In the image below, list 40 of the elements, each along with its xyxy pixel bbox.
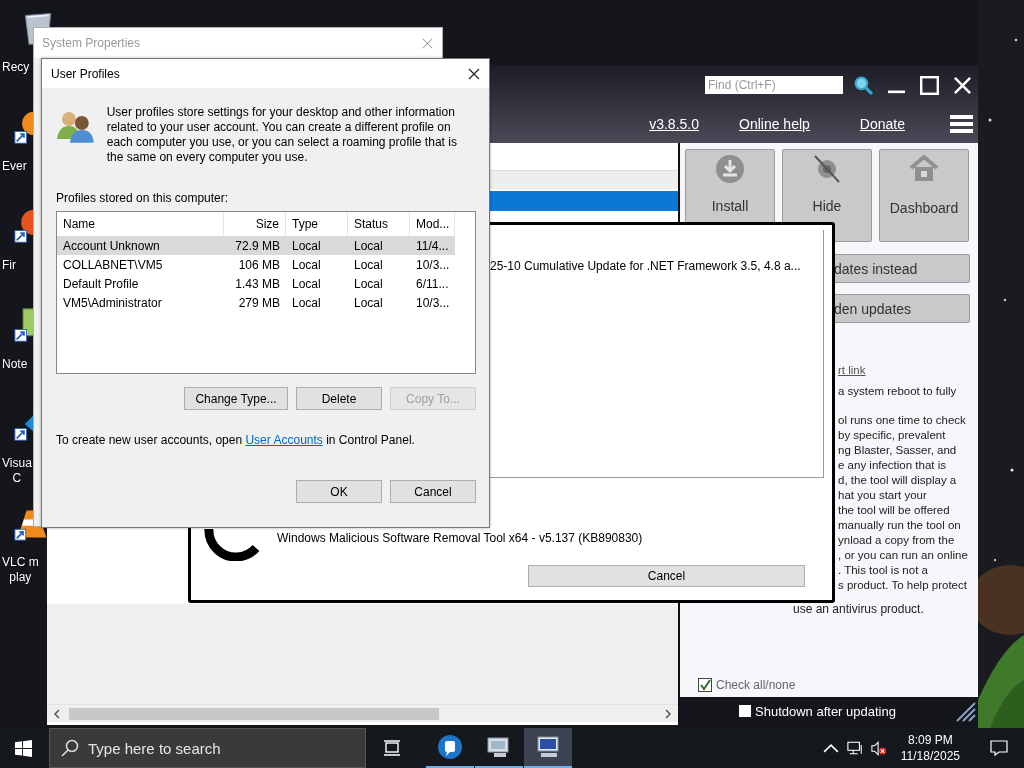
list-label: Profiles stored on this computer:: [56, 191, 230, 205]
table-cell-text: Local: [291, 257, 322, 272]
table-cell-text: 72.9 MB: [234, 238, 281, 253]
description-text: hat you start your: [837, 488, 928, 503]
description-text: ng Blaster, Sasser, and: [837, 443, 958, 458]
table-cell-text: 279 MB: [237, 295, 281, 310]
table-cell-text: 10/3...: [415, 257, 451, 272]
description-text: d, the tool will display a: [837, 473, 958, 488]
table-cell-text: Local: [353, 276, 384, 291]
table-cell-text: 11/4...: [415, 238, 450, 253]
description-text: s product. To help protect: [837, 578, 968, 593]
window-title: System Properties: [42, 36, 141, 50]
table-cell-text: Local: [353, 257, 384, 272]
table-cell-text: Account Unknown: [62, 238, 161, 253]
table-cell-text: Local: [353, 295, 384, 310]
table-cell-text: Local: [291, 295, 322, 310]
table-cell-text: 106 MB: [237, 257, 281, 272]
table-cell-text: Local: [291, 276, 322, 291]
table-cell-text: Default Profile: [62, 276, 140, 291]
description-text: e any infection that is: [837, 458, 948, 473]
description-text: ol runs one time to check: [837, 413, 967, 428]
description-text: the tool will be offered: [837, 503, 951, 518]
table-cell-text: COLLABNET\VM5: [62, 257, 164, 272]
description-text: . This tool is not a: [837, 563, 929, 578]
description-text: use an antivirus product.: [792, 602, 925, 617]
table-cell-text: 1.43 MB: [234, 276, 281, 291]
description-text: by specific, prevalent: [837, 428, 947, 443]
description-text: User profiles store settings for your desktop and other information related to your user account. You can create a different profile on each computer you use, or you can select a roaming profile that is the same on every computer you use.: [106, 105, 458, 165]
description-text: manually run the tool on: [837, 518, 962, 533]
status-text: Windows Malicious Software Removal Tool x64 - v5.137 (KB890830): [277, 531, 643, 545]
table-cell-text: VM5\Administrator: [62, 295, 163, 310]
table-cell-text: Local: [291, 238, 322, 253]
table-cell-text: Local: [353, 238, 384, 253]
window-title: User Profiles: [51, 66, 120, 81]
table-cell-text: 10/3...: [415, 295, 451, 310]
description-text: a system reboot to fully: [837, 384, 958, 399]
description-text: ynload a copy from the: [837, 533, 956, 548]
description-text: , or you can run an online: [837, 548, 969, 563]
footer-text: To create new user accounts, open User Accounts in Control Panel.: [56, 433, 416, 447]
table-cell-text: 6/11...: [415, 276, 450, 291]
